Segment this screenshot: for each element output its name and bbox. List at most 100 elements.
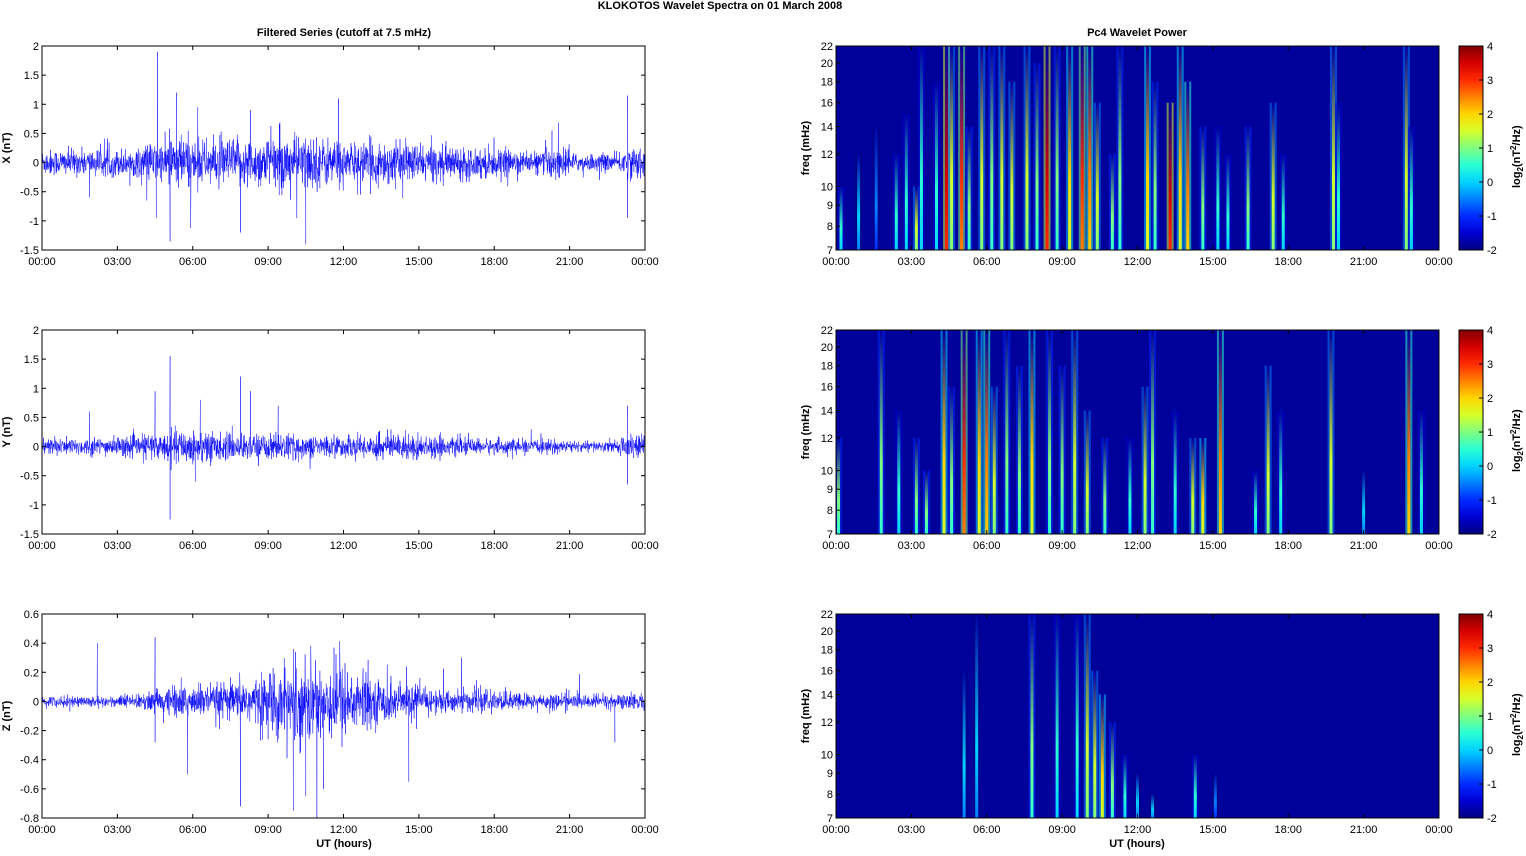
power-burst [1118, 46, 1122, 250]
x-tick-label: 03:00 [104, 824, 132, 836]
colorbar-label: log2(nT2/Hz) [1509, 693, 1525, 756]
y-tick-label: 0.5 [24, 412, 39, 424]
y-tick-label: 20 [821, 58, 833, 70]
y-tick-label: 14 [821, 122, 833, 134]
y-tick-label: 14 [821, 690, 833, 702]
y-tick-label: 18 [821, 77, 833, 89]
power-burst [1100, 694, 1104, 818]
y-tick-label: 16 [821, 382, 833, 394]
left-column-title: Filtered Series (cutoff at 7.5 mHz) [257, 27, 432, 39]
power-burst [950, 46, 954, 250]
power-burst [1055, 614, 1059, 818]
x-tick-label: 09:00 [1048, 824, 1076, 836]
colorbar-tick-label: 1 [1487, 427, 1493, 439]
power-burst [1173, 410, 1177, 534]
power-burst [935, 81, 938, 250]
power-burst [1075, 614, 1079, 818]
power-burst [1146, 46, 1150, 250]
power-burst [1151, 794, 1155, 818]
x-tick-label: 03:00 [898, 824, 926, 836]
power-burst [1216, 126, 1220, 250]
power-burst [1191, 437, 1195, 534]
y-tick-label: 9 [827, 484, 833, 496]
power-burst [1103, 437, 1107, 534]
power-burst [914, 186, 918, 250]
colorbar-tick-label: -1 [1487, 779, 1497, 791]
power-burst [975, 614, 979, 818]
power-burst [1080, 46, 1084, 250]
power-burst [1025, 46, 1029, 250]
x-tick-label: 06:00 [179, 824, 207, 836]
colorbar-label-base: log [1511, 740, 1523, 757]
power-burst [967, 126, 971, 250]
power-burst [1254, 470, 1258, 534]
x-tick-label: 21:00 [556, 256, 584, 268]
x-tick-label: 00:00 [631, 824, 659, 836]
y-tick-label: -0.4 [20, 755, 39, 767]
x-tick-label: 18:00 [1274, 540, 1302, 552]
colorbar-label: log2(nT2/Hz) [1509, 125, 1525, 188]
power-burst [942, 330, 946, 534]
y-tick-label: 1.5 [24, 70, 39, 82]
y-tick-label: -1 [29, 500, 39, 512]
y-tick-label: 18 [821, 645, 833, 657]
y-tick-label: 20 [821, 342, 833, 354]
power-burst [1419, 410, 1423, 534]
power-burst [1068, 46, 1072, 250]
power-burst [1110, 153, 1114, 250]
x-tick-label: 06:00 [179, 540, 207, 552]
colorbar-tick-label: 1 [1487, 711, 1493, 723]
power-burst [1095, 102, 1099, 250]
x-tick-label: 03:00 [104, 540, 132, 552]
power-burst [1085, 410, 1089, 534]
power-burst [1005, 330, 1009, 534]
power-burst [1279, 410, 1283, 534]
colorbar-label-base: log [1511, 456, 1523, 473]
y-tick-label: 12 [821, 717, 833, 729]
x-tick-label: 09:00 [254, 256, 282, 268]
power-burst [1329, 330, 1333, 534]
x-tick-label: 12:00 [330, 540, 358, 552]
x-tick-label: 21:00 [556, 540, 584, 552]
colorbar-tick-label: 3 [1487, 359, 1493, 371]
x-tick-label: 15:00 [405, 256, 433, 268]
x-tick-label: 03:00 [898, 540, 926, 552]
x-tick-label: 15:00 [405, 540, 433, 552]
x-tick-label: 06:00 [179, 256, 207, 268]
colorbar-label-mid: (nT [1511, 150, 1523, 167]
x-tick-label: 09:00 [1048, 540, 1076, 552]
y-tick-label: -0.5 [20, 187, 39, 199]
power-burst [1110, 721, 1114, 818]
x-tick-label: 18:00 [480, 824, 508, 836]
colorbar-tick-label: 2 [1487, 109, 1493, 121]
power-burst [1151, 330, 1155, 534]
x-tick-label: 00:00 [631, 256, 659, 268]
y-tick-label: 8 [827, 505, 833, 517]
y-tick-label: 1.5 [24, 354, 39, 366]
power-burst [1168, 102, 1172, 250]
power-burst [1337, 102, 1340, 250]
power-burst [985, 330, 989, 534]
figure-title: KLOKOTOS Wavelet Spectra on 01 March 200… [598, 0, 843, 12]
power-burst [962, 330, 966, 534]
y-tick-label: -0.5 [20, 471, 39, 483]
x-tick-label: 09:00 [254, 540, 282, 552]
power-burst [1128, 437, 1132, 534]
power-burst [879, 330, 883, 534]
power-burst [1143, 386, 1147, 534]
y-tick-label: 14 [821, 406, 833, 418]
colorbar-label-base: log [1511, 172, 1523, 189]
x-tick-label: 21:00 [1350, 824, 1378, 836]
y-tick-label: 9 [827, 768, 833, 780]
power-background [836, 46, 1439, 250]
x-tick-label: 21:00 [1350, 540, 1378, 552]
power-burst [1186, 81, 1190, 250]
power-burst [837, 437, 841, 534]
figure: KLOKOTOS Wavelet Spectra on 01 March 200… [1, 0, 1525, 850]
plot-area [42, 614, 645, 818]
plot-area [42, 330, 645, 534]
x-tick-label: 18:00 [480, 540, 508, 552]
power-burst [950, 386, 954, 534]
x-tick-label: 15:00 [405, 824, 433, 836]
x-tick-label: 15:00 [1199, 256, 1227, 268]
